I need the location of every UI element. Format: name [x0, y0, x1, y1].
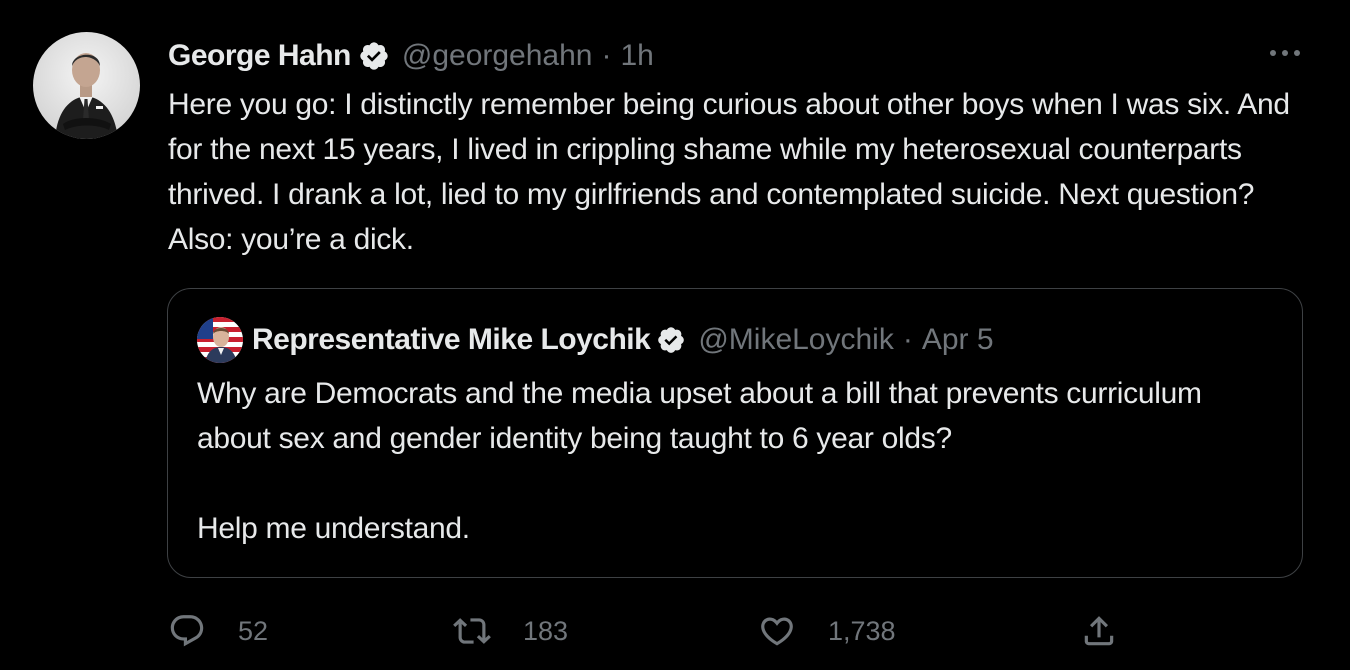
heart-icon: [761, 617, 793, 646]
share-icon: [1084, 616, 1114, 646]
tweet-timestamp[interactable]: 1h: [620, 39, 653, 73]
reply-count: 52: [238, 615, 269, 646]
author-avatar[interactable]: [33, 32, 140, 139]
quoted-tweet[interactable]: Representative Mike Loychik @MikeLoychik…: [167, 288, 1303, 578]
quoted-author-handle[interactable]: @MikeLoychik: [698, 323, 894, 357]
reply-button[interactable]: 52: [168, 608, 268, 654]
more-horizontal-icon: [1270, 50, 1300, 56]
quoted-author-avatar-image: [197, 317, 243, 363]
author-display-name[interactable]: George Hahn: [168, 39, 351, 73]
header-separator: ·: [601, 39, 612, 72]
share-button[interactable]: [1080, 608, 1118, 654]
quoted-author-display-name[interactable]: Representative Mike Loychik: [252, 323, 651, 357]
quoted-tweet-header: Representative Mike Loychik @MikeLoychik…: [197, 317, 994, 363]
quoted-author-avatar: [197, 317, 243, 363]
tweet-text: Here you go: I distinctly remember being…: [168, 88, 1290, 256]
reply-icon: [170, 615, 204, 647]
retweet-button[interactable]: 183: [453, 608, 568, 654]
tweet[interactable]: George Hahn @georgehahn · 1h Here you go…: [0, 0, 1350, 670]
verified-badge-icon: [358, 40, 390, 72]
author-avatar-image: [33, 32, 140, 139]
quoted-tweet-text: Why are Democrats and the media upset ab…: [197, 377, 1202, 545]
like-button[interactable]: 1,738: [758, 608, 896, 654]
author-handle[interactable]: @georgehahn: [402, 39, 593, 73]
retweet-icon: [453, 618, 491, 644]
tweet-actions: 52 183 1,738: [168, 608, 1138, 654]
quoted-tweet-timestamp[interactable]: Apr 5: [922, 323, 994, 357]
more-options-button[interactable]: [1263, 41, 1307, 65]
verified-badge-icon: [656, 325, 686, 355]
tweet-header: George Hahn @georgehahn · 1h: [168, 34, 654, 78]
like-count: 1,738: [828, 615, 896, 646]
quoted-header-separator: ·: [902, 323, 913, 356]
retweet-count: 183: [523, 615, 569, 646]
